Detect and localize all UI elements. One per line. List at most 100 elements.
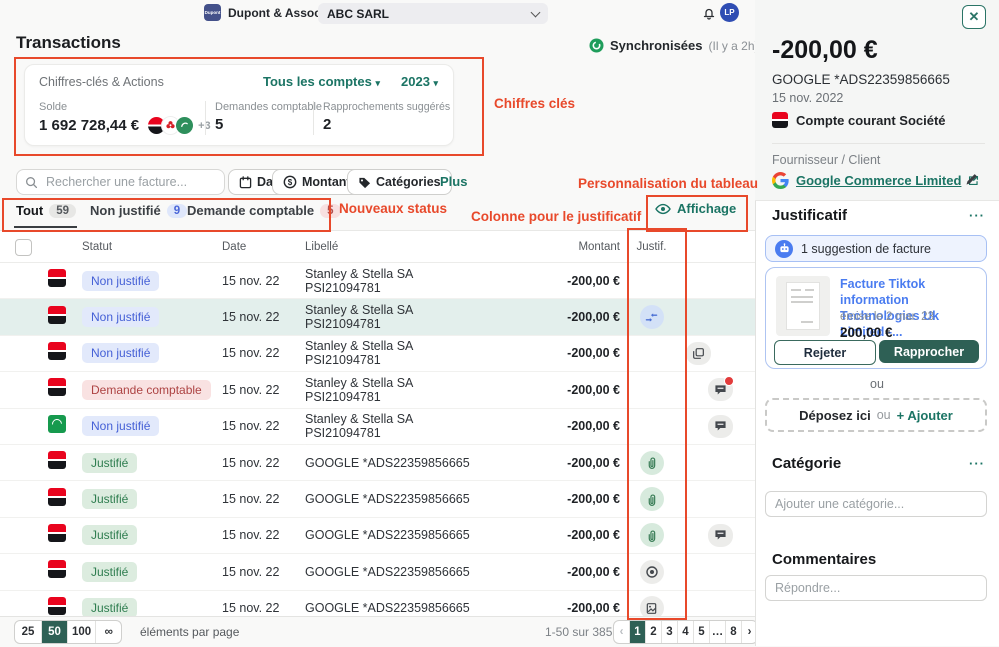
transaction-label: GOOGLE *ADS22359856665	[305, 528, 482, 542]
page-size-25[interactable]: 25	[15, 621, 41, 643]
comment-input[interactable]	[765, 575, 987, 601]
or-separator: ou	[755, 377, 999, 391]
svg-text:$: $	[288, 178, 293, 187]
notifications-bell-icon[interactable]	[701, 5, 717, 21]
justif-merge-icon[interactable]	[640, 305, 664, 329]
reject-button[interactable]: Rejeter	[774, 340, 876, 365]
sync-status[interactable]: Synchronisées (Il y a 2h) ▾	[589, 38, 771, 53]
per-page-label: éléments par page	[140, 625, 239, 639]
annotation-table-custom: Personnalisation du tableau	[578, 176, 758, 191]
table-row[interactable]: Justifié15 nov. 22GOOGLE *ADS22359856665…	[0, 445, 755, 481]
page-size-50[interactable]: 50	[41, 621, 67, 643]
justif-target-icon[interactable]	[640, 560, 664, 584]
transaction-label: Stanley & Stella SA PSI21094781	[305, 267, 482, 295]
supplier-link[interactable]: Google Commerce Limited	[796, 173, 961, 188]
transaction-amount: -200,00 €	[567, 346, 620, 360]
invoice-amount: 200,00 €	[840, 325, 893, 340]
table-row[interactable]: Justifié15 nov. 22GOOGLE *ADS22359856665…	[0, 518, 755, 554]
tab-demande-comptable[interactable]: Demande comptable 5	[187, 203, 341, 218]
page-ellipsis[interactable]: …	[709, 621, 725, 643]
comment-icon[interactable]	[708, 415, 733, 438]
divider	[313, 101, 314, 135]
transaction-amount: -200,00 €	[567, 528, 620, 542]
transaction-amount: -200,00 €	[567, 383, 620, 397]
close-panel-button[interactable]: ✕	[962, 5, 986, 29]
page-button-3[interactable]: 3	[661, 621, 677, 643]
transaction-amount: -200,00 €	[567, 274, 620, 288]
transaction-label: GOOGLE *ADS22359856665	[305, 601, 482, 615]
year-filter-dropdown[interactable]: 2023 ▾	[401, 74, 438, 89]
table-row[interactable]: Non justifié15 nov. 22Stanley & Stella S…	[0, 409, 755, 445]
select-all-checkbox[interactable]	[15, 239, 32, 256]
transaction-merchant: GOOGLE *ADS22359856665	[772, 72, 950, 87]
page-button-8[interactable]: 8	[725, 621, 741, 643]
company-select[interactable]: ABC SARL	[318, 3, 548, 24]
table-row[interactable]: Demande comptable15 nov. 22Stanley & Ste…	[0, 372, 755, 408]
user-avatar[interactable]: LP	[720, 3, 739, 22]
invoice-issue-date: émise le 2 mar. 23	[840, 311, 934, 323]
tab-count-badge: 9	[167, 204, 187, 218]
display-settings-button[interactable]: Affichage	[655, 201, 736, 216]
page-button-5[interactable]: 5	[693, 621, 709, 643]
accounts-filter-dropdown[interactable]: Tous les comptes ▾	[263, 74, 380, 89]
prev-page-button[interactable]: ‹	[614, 621, 629, 643]
solde-label: Solde	[39, 101, 211, 113]
comment-icon[interactable]	[708, 524, 733, 547]
transaction-date: 15 nov. 22	[222, 601, 305, 615]
page-button-1[interactable]: 1	[629, 621, 645, 643]
page-button-2[interactable]: 2	[645, 621, 661, 643]
caret-down-icon: ▾	[434, 78, 439, 88]
transaction-amount-heading: -200,00 €	[772, 36, 878, 65]
table-row[interactable]: Justifié15 nov. 22GOOGLE *ADS22359856665…	[0, 554, 755, 590]
category-more-menu-icon[interactable]: ···	[969, 456, 985, 471]
transaction-date: 15 nov. 22	[222, 565, 305, 579]
divider	[205, 101, 206, 135]
table-row[interactable]: Non justifié15 nov. 22Stanley & Stella S…	[0, 336, 755, 372]
search-invoice-box[interactable]	[16, 169, 225, 195]
copy-icon[interactable]	[686, 342, 711, 365]
match-button[interactable]: Rapprocher	[879, 340, 979, 363]
page-size-infinity[interactable]: ∞	[95, 621, 121, 643]
table-header: Statut Date Libellé Montant Justif.	[0, 231, 755, 263]
transaction-date: 15 nov. 22	[222, 456, 305, 470]
tab-tout[interactable]: Tout 59	[16, 203, 76, 218]
close-icon: ✕	[969, 9, 980, 25]
bank-logo-icon	[772, 112, 788, 128]
table-row[interactable]: Non justifié15 nov. 22Stanley & Stella S…	[0, 263, 755, 299]
bank-logo-icon	[48, 488, 66, 506]
table-row[interactable]: Non justifié15 nov. 22Stanley & Stella S…	[0, 299, 755, 335]
invoice-thumbnail[interactable]	[776, 276, 830, 336]
comment-icon[interactable]	[708, 378, 733, 401]
more-filters-link[interactable]: Plus	[440, 174, 467, 189]
transaction-date: 15 nov. 22	[222, 274, 305, 288]
page-size-100[interactable]: 100	[67, 621, 95, 643]
justif-paperclip-icon[interactable]	[640, 487, 664, 511]
page-size-control: 25 50 100 ∞	[14, 620, 122, 644]
page-button-4[interactable]: 4	[677, 621, 693, 643]
transaction-label: Stanley & Stella SA PSI21094781	[305, 412, 482, 440]
justif-paperclip-icon[interactable]	[640, 451, 664, 475]
add-file-link[interactable]: + Ajouter	[897, 408, 953, 423]
transaction-date: 15 nov. 22	[222, 419, 305, 433]
categories-filter-button[interactable]: Catégories	[347, 169, 452, 195]
justificatif-title: Justificatif	[772, 207, 847, 224]
comments-title: Commentaires	[772, 551, 876, 568]
demandes-value: 5	[215, 116, 322, 133]
category-input[interactable]	[765, 491, 987, 517]
transaction-label: Stanley & Stella SA PSI21094781	[305, 303, 482, 331]
calendar-icon	[239, 176, 252, 189]
transaction-amount: -200,00 €	[567, 456, 620, 470]
file-dropzone[interactable]: Déposez ici ou + Ajouter	[765, 398, 987, 432]
justif-paperclip-icon[interactable]	[640, 523, 664, 547]
transaction-date: 15 nov. 2022	[772, 91, 843, 105]
edit-supplier-button[interactable]	[965, 172, 979, 186]
transaction-label: GOOGLE *ADS22359856665	[305, 492, 482, 506]
table-row[interactable]: Justifié15 nov. 22GOOGLE *ADS22359856665…	[0, 481, 755, 517]
table-body: Non justifié15 nov. 22Stanley & Stella S…	[0, 263, 755, 627]
justificatif-more-menu-icon[interactable]: ···	[969, 208, 985, 223]
column-header-montant: Montant	[578, 241, 620, 253]
demandes-label: Demandes comptable	[215, 101, 322, 113]
tab-non-justifie[interactable]: Non justifié 9	[90, 203, 187, 218]
status-badge: Justifié	[82, 525, 137, 545]
search-input[interactable]	[44, 174, 208, 190]
